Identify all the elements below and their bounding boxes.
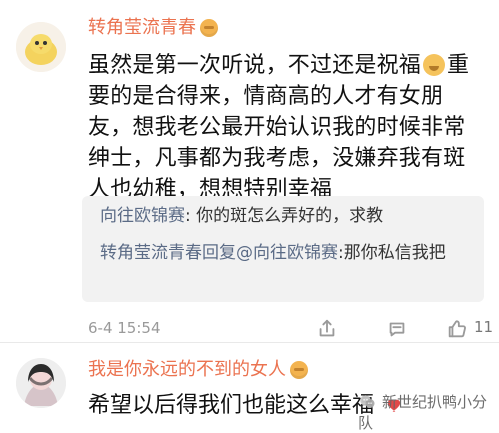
reply-2-text: :那你私信我把 bbox=[338, 243, 446, 263]
avatar-user-2[interactable] bbox=[16, 358, 66, 408]
divider bbox=[0, 342, 499, 343]
comment-second-text: 希望以后得我们也能这么幸福 bbox=[88, 392, 403, 420]
chick-avatar-icon bbox=[16, 22, 66, 72]
emoji-icon bbox=[423, 54, 446, 76]
username-second-text[interactable]: 我是你永远的不到的女人 bbox=[88, 359, 286, 380]
comment-text-part-1: 虽然是第一次听说，不过还是祝福 bbox=[88, 53, 422, 78]
comment-second-content: 希望以后得我们也能这么幸福 bbox=[88, 393, 375, 418]
username-main[interactable]: 转角莹流青春 bbox=[88, 18, 218, 38]
comment-actions: 11 bbox=[316, 314, 496, 344]
reply-1-text: : 你的斑怎么弄好的，求教 bbox=[185, 206, 384, 226]
username-main-text[interactable]: 转角莹流青春 bbox=[88, 17, 196, 38]
wechat-icon bbox=[358, 393, 376, 411]
comment-timestamp: 6-4 15:54 bbox=[88, 319, 161, 337]
fan-badge-icon bbox=[200, 19, 218, 37]
comment-icon[interactable] bbox=[386, 318, 408, 340]
reply-2-prefix[interactable]: 转角莹流青春回复@向往欧锦赛 bbox=[100, 243, 338, 263]
username-second[interactable]: 我是你永远的不到的女人 bbox=[88, 360, 308, 380]
share-icon[interactable] bbox=[316, 318, 338, 340]
comment-main-text: 虽然是第一次听说，不过还是祝福 重要的是合得来，情商高的人才有女朋友，想我老公最开… bbox=[88, 50, 480, 205]
avatar-user-1[interactable] bbox=[16, 22, 66, 72]
thumb-up-icon[interactable] bbox=[446, 318, 468, 340]
fan-badge-icon bbox=[290, 361, 308, 379]
girl-avatar-icon bbox=[16, 358, 66, 408]
watermark: 新世纪扒鸭小分队 bbox=[358, 391, 499, 433]
reply-line-1[interactable]: 向往欧锦赛: 你的斑怎么弄好的，求教 bbox=[100, 205, 383, 227]
reply-line-2[interactable]: 转角莹流青春回复@向往欧锦赛:那你私信我把 bbox=[100, 240, 470, 266]
reply-1-username[interactable]: 向往欧锦赛 bbox=[100, 206, 185, 226]
like-count: 11 bbox=[474, 318, 494, 336]
watermark-text: 新世纪扒鸭小分队 bbox=[358, 393, 488, 432]
